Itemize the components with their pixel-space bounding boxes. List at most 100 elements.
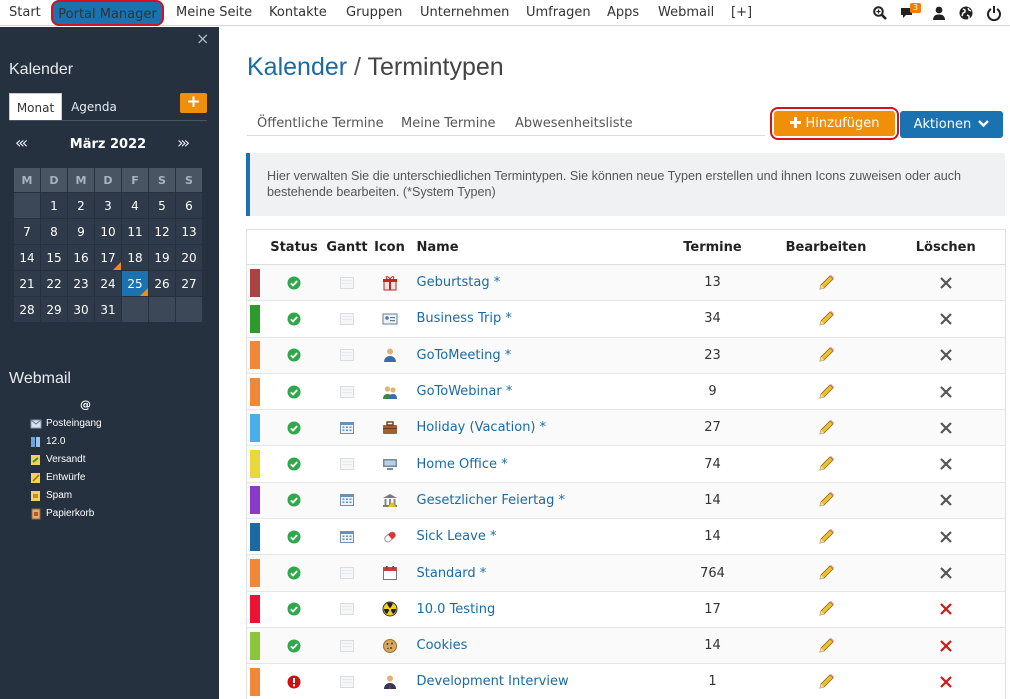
calendar-day[interactable]: 2: [67, 192, 95, 219]
gantt-icon[interactable]: [339, 530, 355, 544]
calendar-day[interactable]: 22: [40, 270, 68, 297]
status-ok-icon[interactable]: [287, 348, 301, 362]
nav-kontakte[interactable]: Kontakte: [269, 0, 327, 26]
pencil-icon[interactable]: [817, 383, 835, 401]
header-status[interactable]: Status: [263, 229, 325, 265]
calendar-day[interactable]: 16: [67, 244, 95, 271]
pencil-icon[interactable]: [817, 346, 835, 364]
gantt-icon[interactable]: [339, 493, 355, 507]
webmail-folder-item[interactable]: Spam: [30, 486, 102, 504]
gantt-icon[interactable]: [339, 421, 355, 435]
status-ok-icon[interactable]: [287, 530, 301, 544]
tab-my-events[interactable]: Meine Termine: [401, 116, 496, 131]
event-type-name-link[interactable]: Gesetzlicher Feiertag *: [417, 493, 566, 508]
status-ok-icon[interactable]: [287, 312, 301, 326]
event-type-name-link[interactable]: Geburtstag *: [417, 275, 501, 290]
delete-icon[interactable]: [939, 348, 953, 362]
webmail-folder-item[interactable]: Papierkorb: [30, 504, 102, 522]
delete-icon[interactable]: [939, 675, 953, 689]
status-ok-icon[interactable]: [287, 276, 301, 290]
event-type-name-link[interactable]: Business Trip *: [417, 311, 512, 326]
tab-absence-list[interactable]: Abwesenheitsliste: [515, 116, 633, 131]
status-error-icon[interactable]: [287, 675, 301, 689]
status-ok-icon[interactable]: [287, 602, 301, 616]
delete-icon[interactable]: [939, 312, 953, 326]
header-count[interactable]: Termine: [659, 229, 766, 265]
pencil-icon[interactable]: [817, 637, 835, 655]
calendar-day[interactable]: 3: [94, 192, 122, 219]
calendar-day[interactable]: 13: [175, 218, 203, 245]
nav-gruppen[interactable]: Gruppen: [346, 0, 402, 26]
delete-icon[interactable]: [939, 566, 953, 580]
event-type-name-link[interactable]: 10.0 Testing: [417, 602, 496, 617]
pencil-icon[interactable]: [817, 600, 835, 618]
calendar-day[interactable]: 24: [94, 270, 122, 297]
calendar-day[interactable]: 20: [175, 244, 203, 271]
calendar-day[interactable]: 25: [121, 270, 149, 297]
actions-button[interactable]: Aktionen: [900, 111, 1003, 138]
webmail-folder-item[interactable]: 12.0: [30, 432, 102, 450]
event-type-name-link[interactable]: Standard *: [417, 566, 487, 581]
calendar-day[interactable]: 27: [175, 270, 203, 297]
add-event-button[interactable]: +: [180, 93, 207, 113]
nav-umfragen[interactable]: Umfragen: [526, 0, 591, 26]
webmail-folder-item[interactable]: Posteingang: [30, 414, 102, 432]
header-name[interactable]: Name: [409, 229, 660, 265]
nav-unternehmen[interactable]: Unternehmen: [420, 0, 509, 26]
delete-icon[interactable]: [939, 385, 953, 399]
event-type-name-link[interactable]: Holiday (Vacation) *: [417, 420, 547, 435]
pencil-icon[interactable]: [817, 310, 835, 328]
delete-icon[interactable]: [939, 457, 953, 471]
webmail-folder-item[interactable]: Versandt: [30, 450, 102, 468]
nav-portal-manager[interactable]: Portal Manager: [51, 0, 164, 26]
webmail-account[interactable]: @: [80, 398, 91, 411]
next-month-button[interactable]: ›»: [177, 133, 190, 152]
calendar-day[interactable]: 14: [13, 244, 41, 271]
pencil-icon[interactable]: [817, 673, 835, 691]
calendar-day[interactable]: 30: [67, 296, 95, 323]
status-ok-icon[interactable]: [287, 457, 301, 471]
status-ok-icon[interactable]: [287, 421, 301, 435]
pencil-icon[interactable]: [817, 274, 835, 292]
event-type-name-link[interactable]: Cookies: [417, 638, 468, 653]
header-icon[interactable]: Icon: [369, 229, 410, 265]
tab-agenda[interactable]: Agenda: [62, 93, 126, 121]
calendar-day[interactable]: 12: [148, 218, 176, 245]
calendar-day[interactable]: 19: [148, 244, 176, 271]
close-icon[interactable]: ×: [196, 29, 209, 48]
power-icon[interactable]: [986, 5, 1002, 21]
calendar-day[interactable]: 31: [94, 296, 122, 323]
calendar-day[interactable]: 15: [40, 244, 68, 271]
webmail-folder-item[interactable]: Entwürfe: [30, 468, 102, 486]
calendar-day[interactable]: 28: [13, 296, 41, 323]
gantt-icon[interactable]: [339, 639, 355, 653]
nav-start[interactable]: Start: [9, 0, 41, 26]
calendar-day[interactable]: 23: [67, 270, 95, 297]
pencil-icon[interactable]: [817, 564, 835, 582]
status-ok-icon[interactable]: [287, 566, 301, 580]
event-type-name-link[interactable]: GoToMeeting *: [417, 348, 512, 363]
calendar-day[interactable]: 21: [13, 270, 41, 297]
pencil-icon[interactable]: [817, 419, 835, 437]
event-type-name-link[interactable]: Sick Leave *: [417, 529, 497, 544]
calendar-day[interactable]: 18: [121, 244, 149, 271]
gantt-icon[interactable]: [339, 312, 355, 326]
user-icon[interactable]: [931, 5, 947, 21]
event-type-name-link[interactable]: Home Office *: [417, 457, 508, 472]
add-button[interactable]: Hinzufügen: [770, 107, 899, 140]
gantt-icon[interactable]: [339, 602, 355, 616]
gantt-icon[interactable]: [339, 675, 355, 689]
tab-public-events[interactable]: Öffentliche Termine: [257, 116, 384, 131]
calendar-day[interactable]: 8: [40, 218, 68, 245]
status-ok-icon[interactable]: [287, 493, 301, 507]
pencil-icon[interactable]: [817, 455, 835, 473]
calendar-day[interactable]: 17: [94, 244, 122, 271]
calendar-day[interactable]: 7: [13, 218, 41, 245]
delete-icon[interactable]: [939, 276, 953, 290]
delete-icon[interactable]: [939, 493, 953, 507]
delete-icon[interactable]: [939, 530, 953, 544]
event-type-name-link[interactable]: Development Interview: [417, 674, 569, 689]
calendar-day[interactable]: 11: [121, 218, 149, 245]
pencil-icon[interactable]: [817, 491, 835, 509]
nav-apps[interactable]: Apps: [607, 0, 639, 26]
